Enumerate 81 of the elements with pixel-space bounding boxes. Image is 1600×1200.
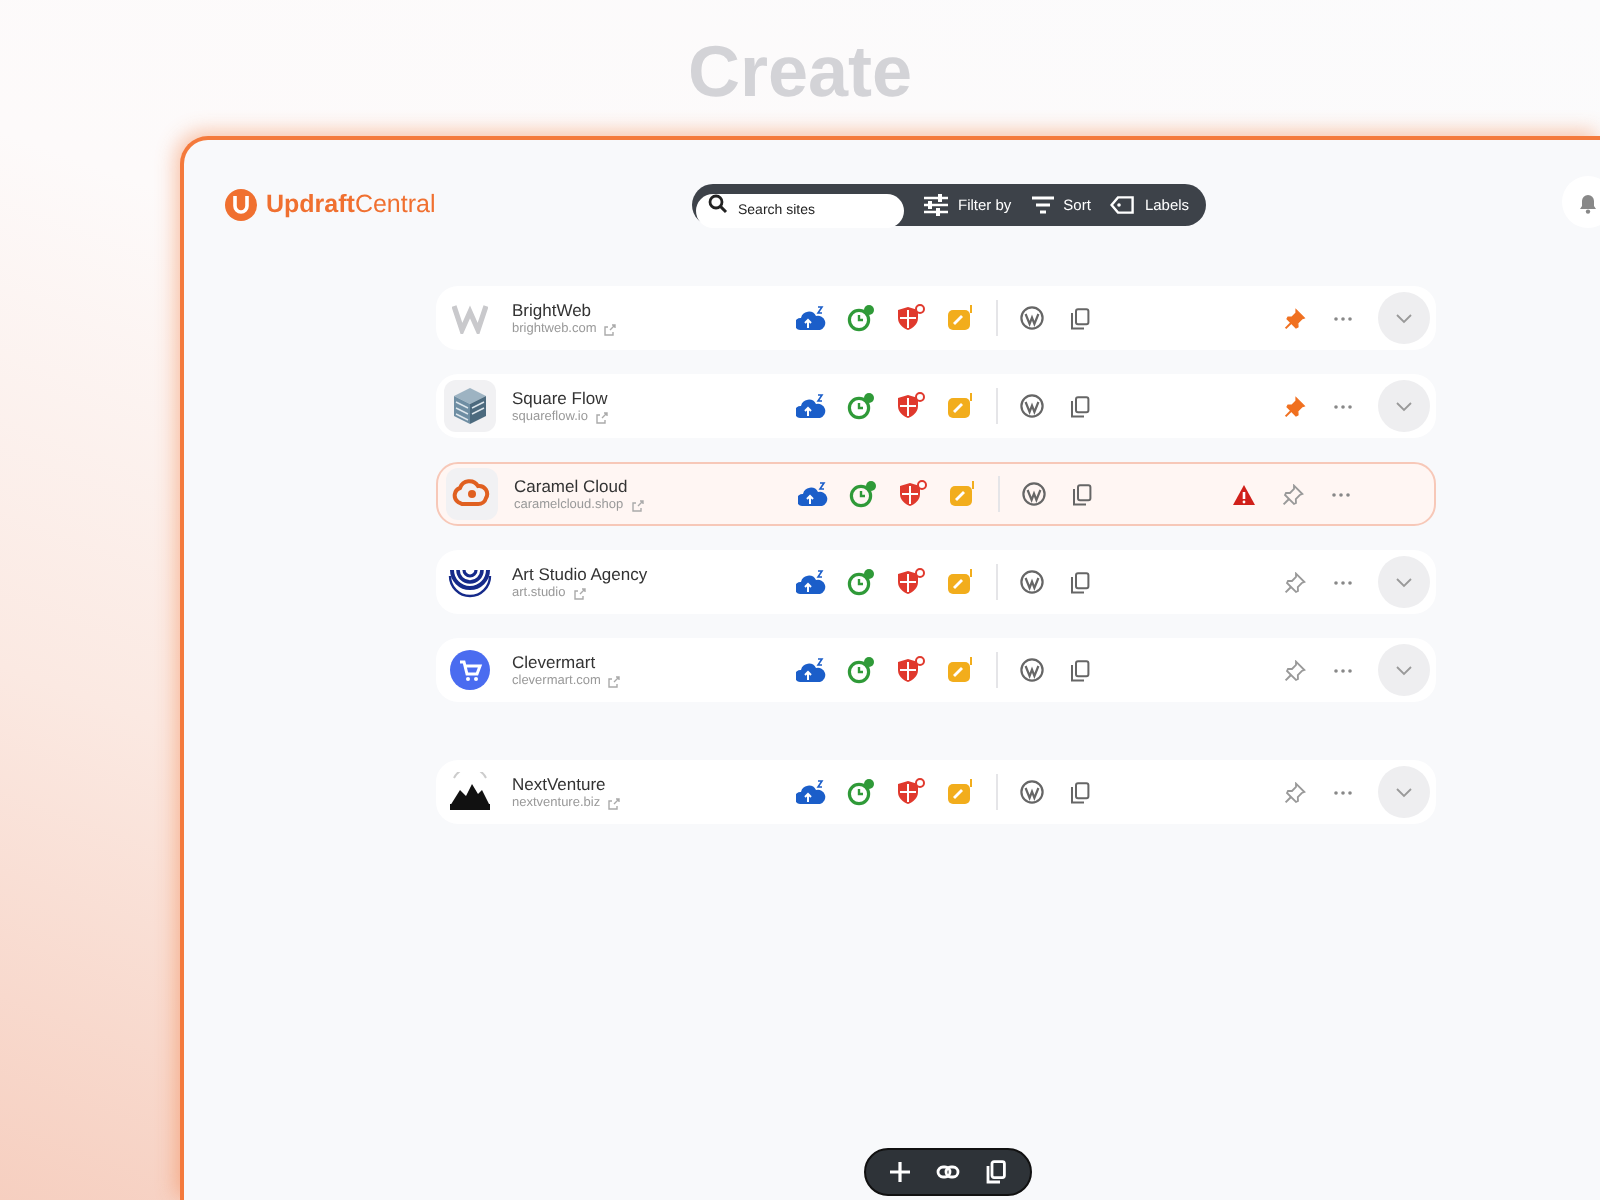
site-name: BrightWeb bbox=[512, 300, 594, 320]
wordpress-icon[interactable] bbox=[1020, 306, 1044, 330]
link-icon[interactable] bbox=[935, 1164, 960, 1180]
site-logo bbox=[448, 772, 492, 812]
site-logo bbox=[448, 567, 492, 597]
copy-icon[interactable] bbox=[1070, 781, 1090, 803]
site-name: Square Flow bbox=[512, 388, 610, 408]
more-icon[interactable] bbox=[1333, 315, 1351, 321]
site-name: Art Studio Agency bbox=[512, 564, 650, 584]
shield-icon[interactable] bbox=[896, 656, 926, 684]
search-icon bbox=[708, 194, 728, 214]
site-name: NextVenture bbox=[512, 774, 608, 794]
more-icon[interactable] bbox=[1333, 403, 1351, 409]
wrench-icon[interactable] bbox=[946, 568, 976, 596]
plus-icon[interactable] bbox=[890, 1162, 911, 1182]
pin-icon[interactable] bbox=[1281, 483, 1303, 505]
site-name: Clevermart bbox=[512, 652, 598, 672]
more-icon[interactable] bbox=[1333, 667, 1351, 673]
label-icon bbox=[1110, 195, 1135, 213]
brand-name: UpdraftCentral bbox=[266, 190, 436, 218]
refresh-clock-icon[interactable] bbox=[846, 392, 876, 420]
external-link-icon[interactable] bbox=[595, 411, 608, 423]
pin-icon[interactable] bbox=[1283, 395, 1305, 417]
shield-icon[interactable] bbox=[896, 778, 926, 806]
wordpress-icon[interactable] bbox=[1020, 658, 1044, 682]
copy-icon[interactable] bbox=[1070, 571, 1090, 593]
cloud-upload-icon[interactable] bbox=[797, 480, 829, 508]
wrench-icon[interactable] bbox=[946, 304, 976, 332]
site-logo bbox=[448, 384, 492, 428]
external-link-icon[interactable] bbox=[608, 675, 621, 687]
refresh-clock-icon[interactable] bbox=[848, 480, 878, 508]
refresh-clock-icon[interactable] bbox=[846, 304, 876, 332]
site-logo bbox=[450, 650, 490, 690]
wrench-icon[interactable] bbox=[946, 392, 976, 420]
cloud-upload-icon[interactable] bbox=[795, 304, 827, 332]
copy-icon[interactable] bbox=[1070, 659, 1090, 681]
copy-icon[interactable] bbox=[1070, 395, 1090, 417]
shield-icon[interactable] bbox=[896, 392, 926, 420]
copy-icon[interactable] bbox=[985, 1160, 1006, 1184]
wordpress-icon[interactable] bbox=[1020, 570, 1044, 594]
refresh-clock-icon[interactable] bbox=[846, 656, 876, 684]
shield-icon[interactable] bbox=[896, 568, 926, 596]
external-link-icon[interactable] bbox=[573, 587, 586, 599]
refresh-clock-icon[interactable] bbox=[846, 568, 876, 596]
cloud-upload-icon[interactable] bbox=[795, 392, 827, 420]
chevron-icon bbox=[1396, 401, 1412, 411]
pin-icon[interactable] bbox=[1283, 781, 1305, 803]
pin-icon[interactable] bbox=[1283, 571, 1305, 593]
wordpress-icon[interactable] bbox=[1022, 482, 1046, 506]
sort-icon bbox=[1031, 195, 1054, 213]
copy-icon[interactable] bbox=[1072, 483, 1092, 505]
chevron-icon bbox=[1396, 313, 1412, 323]
wrench-icon[interactable] bbox=[946, 778, 976, 806]
shield-icon[interactable] bbox=[898, 480, 928, 508]
shield-icon[interactable] bbox=[896, 304, 926, 332]
cloud-upload-icon[interactable] bbox=[795, 568, 827, 596]
wrench-icon[interactable] bbox=[948, 480, 978, 508]
chevron-icon bbox=[1396, 577, 1412, 587]
more-icon[interactable] bbox=[1331, 491, 1349, 497]
wrench-icon[interactable] bbox=[946, 656, 976, 684]
external-link-icon[interactable] bbox=[631, 499, 644, 511]
refresh-clock-icon[interactable] bbox=[846, 778, 876, 806]
chevron-icon bbox=[1396, 787, 1412, 797]
wordpress-icon[interactable] bbox=[1020, 394, 1044, 418]
cloud-upload-icon[interactable] bbox=[795, 778, 827, 806]
cloud-upload-icon[interactable] bbox=[795, 656, 827, 684]
pin-icon[interactable] bbox=[1283, 307, 1305, 329]
external-link-icon[interactable] bbox=[604, 323, 617, 335]
copy-icon[interactable] bbox=[1070, 307, 1090, 329]
more-icon[interactable] bbox=[1333, 789, 1351, 795]
site-logo bbox=[452, 478, 492, 510]
site-logo bbox=[452, 302, 488, 334]
sliders-icon bbox=[924, 193, 948, 215]
wordpress-icon[interactable] bbox=[1020, 780, 1044, 804]
pin-icon[interactable] bbox=[1283, 659, 1305, 681]
chevron-icon bbox=[1396, 665, 1412, 675]
external-link-icon[interactable] bbox=[608, 797, 621, 809]
site-name: Caramel Cloud bbox=[514, 476, 630, 496]
more-icon[interactable] bbox=[1333, 579, 1351, 585]
logo-icon bbox=[224, 187, 258, 221]
bell-icon[interactable] bbox=[1578, 191, 1598, 213]
